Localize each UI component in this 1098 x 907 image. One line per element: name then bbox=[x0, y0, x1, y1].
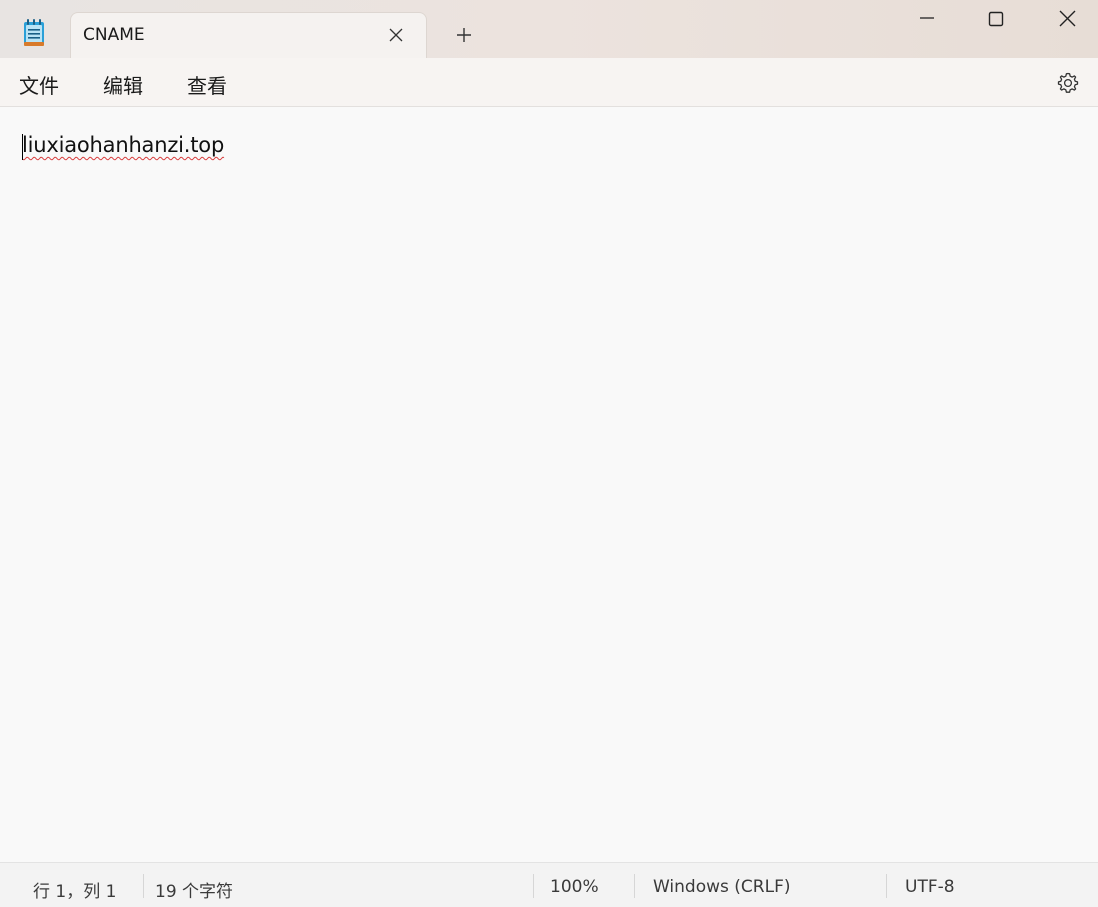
status-divider bbox=[886, 874, 887, 898]
status-bar: 行 1，列 1 19 个字符 100% Windows (CRLF) UTF-8 bbox=[0, 862, 1098, 907]
status-divider bbox=[143, 874, 144, 898]
maximize-icon[interactable] bbox=[973, 8, 1019, 30]
status-divider bbox=[634, 874, 635, 898]
menu-view[interactable]: 查看 bbox=[187, 70, 227, 99]
status-divider bbox=[533, 874, 534, 898]
tab-cname[interactable]: CNAME bbox=[70, 12, 427, 58]
close-window-icon[interactable] bbox=[1044, 8, 1090, 30]
status-char-count: 19 个字符 bbox=[155, 882, 234, 902]
new-tab-plus-icon[interactable] bbox=[455, 26, 473, 44]
status-zoom[interactable]: 100% bbox=[550, 877, 599, 897]
gear-icon[interactable] bbox=[1056, 71, 1080, 95]
tab-close-icon[interactable] bbox=[388, 27, 404, 43]
notepad-icon bbox=[24, 19, 44, 46]
menu-bar: 文件 编辑 查看 bbox=[0, 58, 1098, 107]
status-position: 行 1，列 1 bbox=[33, 882, 117, 902]
minimize-icon[interactable] bbox=[904, 8, 950, 30]
text-caret bbox=[22, 134, 23, 160]
tab-title: CNAME bbox=[83, 25, 145, 45]
status-encoding[interactable]: UTF-8 bbox=[905, 877, 955, 897]
status-line-ending[interactable]: Windows (CRLF) bbox=[653, 877, 791, 897]
menu-file[interactable]: 文件 bbox=[19, 70, 59, 99]
editor-text[interactable]: liuxiaohanhanzi.top bbox=[22, 133, 224, 157]
text-editor[interactable]: liuxiaohanhanzi.top bbox=[0, 107, 1098, 862]
title-bar: CNAME bbox=[0, 0, 1098, 58]
menu-edit[interactable]: 编辑 bbox=[103, 70, 143, 99]
